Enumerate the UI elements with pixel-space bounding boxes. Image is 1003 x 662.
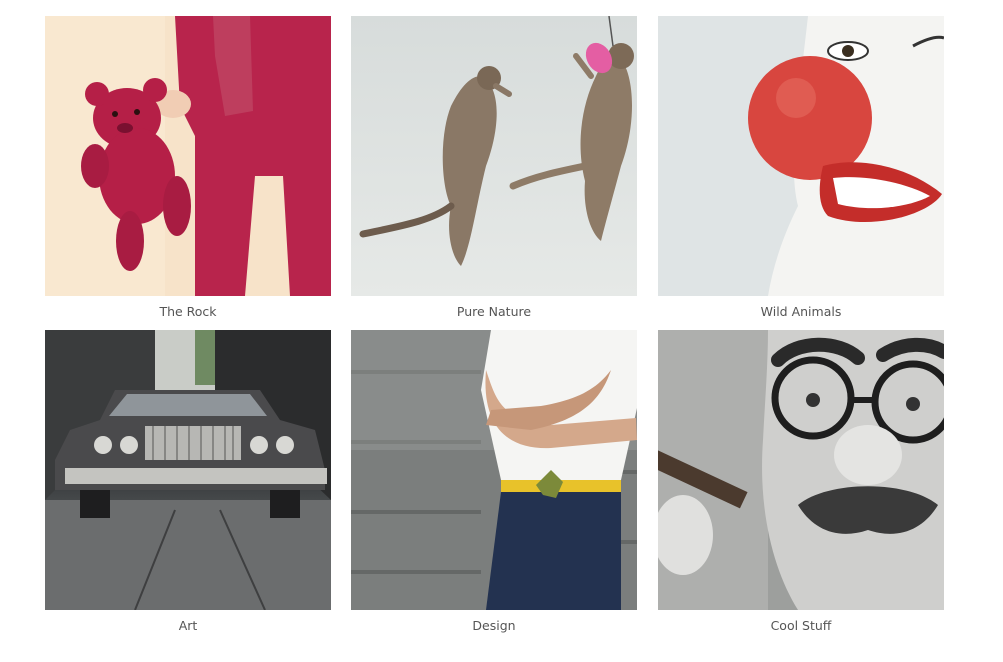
- gallery-item-caption: Wild Animals: [760, 304, 842, 319]
- image-gallery: The Rock Pure Nature Wild Animals Art De…: [0, 0, 1003, 662]
- gallery-item[interactable]: Design: [351, 330, 637, 634]
- vintage-car-photo[interactable]: [45, 330, 331, 610]
- jumping-cats-photo[interactable]: [351, 16, 637, 296]
- teddy-bear-photo[interactable]: [45, 16, 331, 296]
- man-with-crossed-arms-photo[interactable]: [351, 330, 637, 610]
- gallery-item-caption: Design: [472, 618, 516, 633]
- gallery-item[interactable]: The Rock: [45, 16, 331, 320]
- gallery-item-caption: Art: [178, 618, 198, 633]
- groucho-glasses-photo[interactable]: [658, 330, 944, 610]
- gallery-item[interactable]: Pure Nature: [351, 16, 637, 320]
- gallery-item-caption: The Rock: [159, 304, 217, 319]
- gallery-item[interactable]: Art: [45, 330, 331, 634]
- gallery-item-caption: Cool Stuff: [770, 618, 832, 633]
- gallery-item[interactable]: Cool Stuff: [658, 330, 944, 634]
- gallery-item-caption: Pure Nature: [456, 304, 532, 319]
- gallery-item[interactable]: Wild Animals: [658, 16, 944, 320]
- clown-nose-photo[interactable]: [658, 16, 944, 296]
